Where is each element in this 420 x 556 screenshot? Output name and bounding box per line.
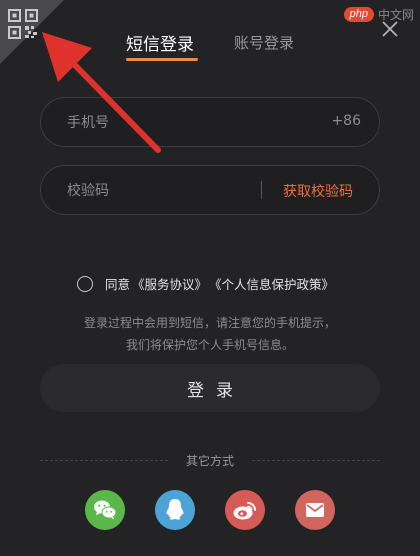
close-icon xyxy=(382,21,398,37)
sms-hint-line-2: 我们将保护您个人手机号信息。 xyxy=(125,338,294,352)
other-methods-label: 其它方式 xyxy=(185,454,234,468)
agreement-row: 同意 《服务协议》 《个人信息保护政策》 xyxy=(77,274,334,293)
tab-sms-login[interactable]: 短信登录 xyxy=(126,30,194,55)
wechat-icon xyxy=(94,500,117,520)
qq-icon xyxy=(166,499,184,520)
site-watermark: php 中文网 xyxy=(343,6,414,23)
phone-field: +86 xyxy=(40,97,380,148)
agreement-radio[interactable] xyxy=(77,275,93,292)
email-login-button[interactable] xyxy=(295,490,335,530)
active-tab-indicator xyxy=(126,58,198,61)
field-divider xyxy=(261,181,262,199)
weibo-login-button[interactable] xyxy=(225,490,265,530)
phone-input[interactable] xyxy=(65,98,269,148)
close-button[interactable] xyxy=(380,19,400,39)
weibo-icon xyxy=(233,502,256,520)
privacy-policy-link[interactable]: 《个人信息保护政策》 xyxy=(209,274,334,293)
verification-code-field: 获取校验码 xyxy=(40,165,380,216)
tab-account-login[interactable]: 账号登录 xyxy=(234,32,294,53)
get-code-button[interactable]: 获取校验码 xyxy=(283,181,353,201)
login-button[interactable]: 登录 xyxy=(40,364,380,412)
wechat-login-button[interactable] xyxy=(85,490,125,530)
service-agreement-link[interactable]: 《服务协议》 xyxy=(132,274,207,293)
sms-hint-line-1: 登录过程中会用到短信，请注意您的手机提示， xyxy=(83,316,336,330)
qr-login-toggle[interactable] xyxy=(0,0,64,64)
agree-label: 同意 xyxy=(105,277,131,292)
watermark-logo: php xyxy=(343,7,374,22)
login-panel: php 中文网 短信登录 账号登录 +86 获取校验码 同意 《服务协议》 《个… xyxy=(0,0,420,556)
qr-code-icon xyxy=(8,9,38,39)
verification-code-input[interactable] xyxy=(65,166,269,216)
mail-icon xyxy=(306,503,324,517)
qq-login-button[interactable] xyxy=(155,490,195,530)
country-code-selector[interactable]: +86 xyxy=(331,113,361,129)
